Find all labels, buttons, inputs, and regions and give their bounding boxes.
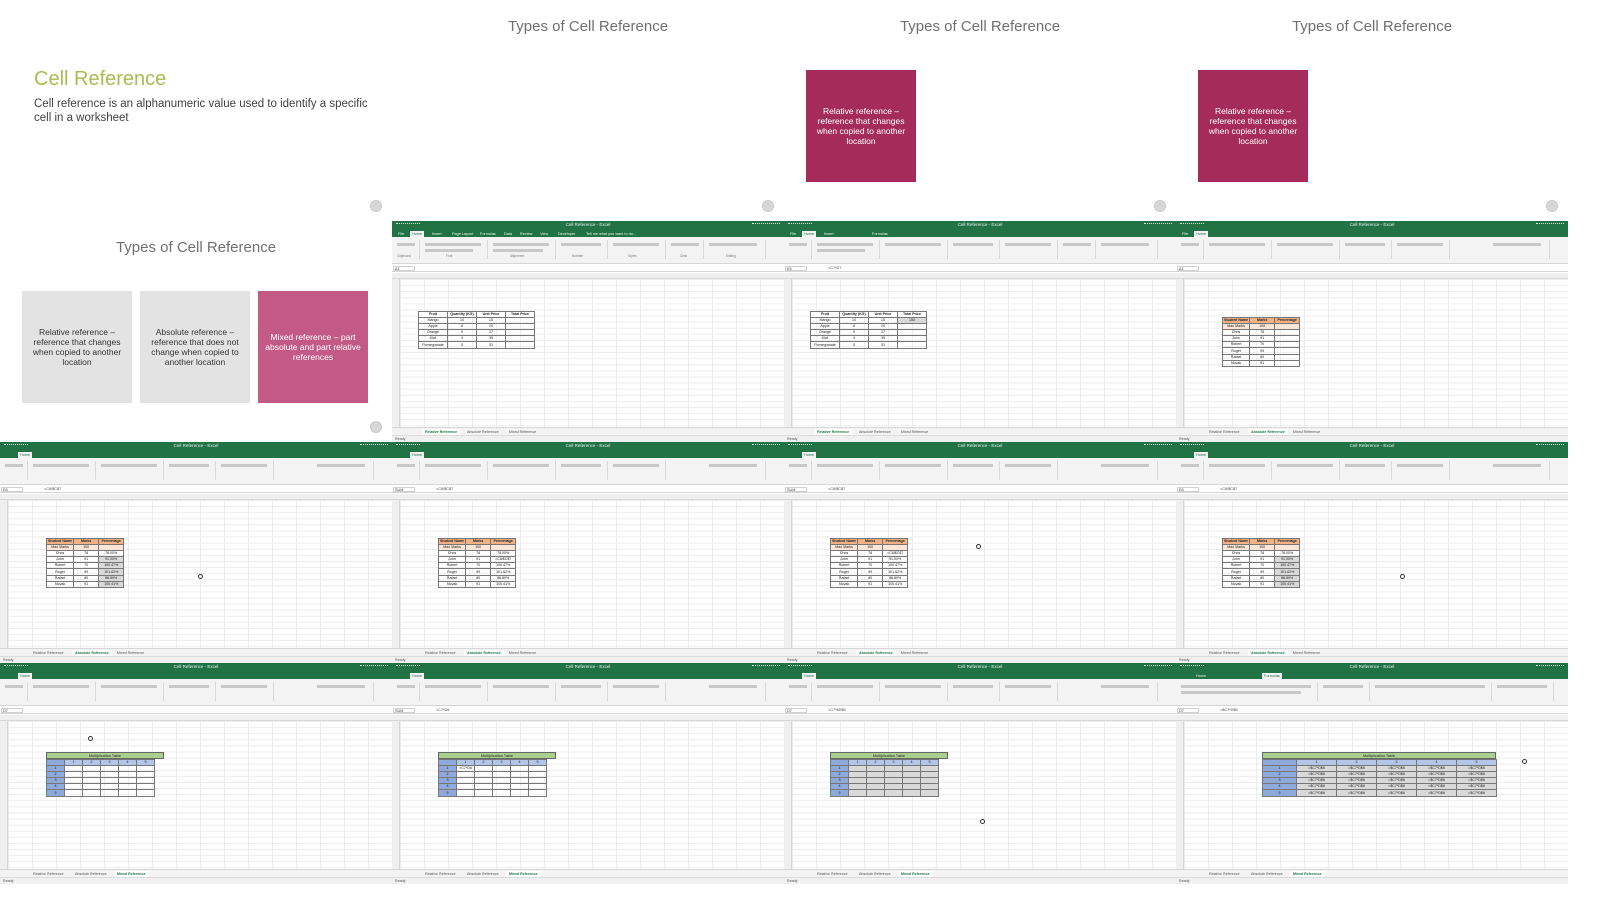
formula-text[interactable]: =C8/$C$7	[44, 487, 61, 492]
mouse-cursor-icon	[1400, 574, 1405, 579]
ribbon: Clipboard Font Alignment Number Styles C…	[392, 237, 784, 264]
excel-relative-1: Cell Reference - Excel File Home Insert …	[392, 221, 784, 442]
worksheet-grid[interactable]	[792, 279, 1176, 427]
multiplication-table-title: Multiplication Table	[438, 752, 556, 759]
name-box[interactable]: SUM	[393, 708, 415, 713]
function-library-group[interactable]	[1178, 682, 1318, 701]
clipboard-group[interactable]: Clipboard	[394, 240, 420, 259]
window-title: Cell Reference - Excel	[957, 443, 1003, 448]
window-title: Cell Reference - Excel	[1349, 443, 1395, 448]
slide-nav-icon[interactable]	[1154, 200, 1166, 212]
slide-types-blank: Types of Cell Reference	[392, 0, 784, 221]
student-table: Student Name Marks Percentage Max Marks 100…	[1221, 316, 1301, 367]
window-title: Cell Reference - Excel	[565, 443, 611, 448]
window-title: Cell Reference - Excel	[173, 664, 219, 669]
relative-reference-box: Relative reference – reference that chan…	[22, 291, 132, 403]
student-table: Student Name Marks Percentage Max Marks 100…	[1221, 537, 1301, 588]
student-table: Student Name Marks Percentage Max Marks 100…	[437, 537, 517, 588]
student-table: Student Name Marks Percentage Max Marks 100…	[45, 537, 125, 588]
name-box[interactable]: E8	[1, 487, 23, 492]
fruit-table: Fruit Quantity (KG) Unit Price Total Price …	[418, 310, 535, 349]
editing-group[interactable]: Editing	[706, 240, 766, 259]
excel-mixed-1: Cell Reference - Excel Home D7 Multiplic…	[0, 663, 392, 884]
slide-heading: Types of Cell Reference	[1291, 18, 1453, 35]
window-title: Cell Reference - Excel	[1349, 664, 1395, 669]
slide-nav-icon[interactable]	[1546, 200, 1558, 212]
multiplication-table-title: Multiplication Table	[1262, 752, 1496, 759]
window-title: Cell Reference - Excel	[565, 222, 611, 227]
name-box[interactable]: E5	[785, 266, 807, 271]
slide-types-relative: Types of Cell Reference Relative referen…	[784, 0, 1176, 221]
student-table: Student Name Marks Percentage Max Marks 100…	[829, 537, 909, 588]
calculation-group[interactable]	[1494, 682, 1554, 701]
slide-description: Cell reference is an alphanumeric value …	[34, 98, 368, 124]
slide-nav-icon[interactable]	[370, 200, 382, 212]
name-box[interactable]: D7	[1177, 708, 1199, 713]
formula-text[interactable]: =C7*D7	[828, 266, 841, 271]
defined-names-group[interactable]	[1320, 682, 1370, 701]
fruit-table: Fruit Quantity (KG) Unit Price Total Price …	[810, 310, 927, 349]
slide-heading: Types of Cell Reference	[507, 18, 669, 35]
name-box[interactable]: D7	[785, 708, 807, 713]
mouse-cursor-icon	[88, 736, 93, 741]
number-group[interactable]: Number	[558, 240, 608, 259]
formula-bar[interactable]: A1	[392, 265, 784, 272]
mouse-cursor-icon	[1522, 759, 1527, 764]
multiplication-table-formulas: 12345 1 =$C7*D$6 =$C7*D$6 =$C7*D$6 =$C7*D$6 =…	[1262, 758, 1497, 797]
relative-reference-box: Relative reference – reference that chan…	[1198, 70, 1308, 182]
slide-title: Cell Reference	[34, 68, 167, 90]
mouse-cursor-icon	[980, 819, 985, 824]
excel-absolute-2: Cell Reference - Excel Home E8 =C8/$C$7 S…	[0, 442, 392, 663]
ribbon-tabs: File Home Insert Formulas	[784, 230, 1176, 237]
multiplication-table-title: Multiplication Table	[46, 752, 164, 759]
slide-heading: Types of Cell Reference	[899, 18, 1061, 35]
window-title: Cell Reference - Excel	[173, 443, 219, 448]
multiplication-table: 12345 1 =C7*D6 2 3 4 5	[438, 758, 547, 797]
excel-mixed-3: Cell Reference - Excel Home D7 =C7*$D$6 M…	[784, 663, 1176, 884]
worksheet-grid[interactable]	[400, 279, 784, 427]
slide-types-relative-2: Types of Cell Reference Relative referen…	[1176, 0, 1568, 221]
absolute-reference-box: Absolute reference – reference that does…	[140, 291, 250, 403]
excel-mixed-2: Cell Reference - Excel Home SUM =C7*D6 Mu…	[392, 663, 784, 884]
ribbon-tabs: File Home Insert Page Layout Formulas Da…	[392, 230, 784, 237]
cells-group[interactable]: Cells	[668, 240, 704, 259]
font-group[interactable]: Font	[422, 240, 488, 259]
excel-absolute-1: Cell Reference - Excel File Home A1 Stud…	[1176, 221, 1568, 442]
mouse-cursor-icon	[976, 544, 981, 549]
sheet-tabs: Relative Reference Absolute Reference Mi…	[392, 427, 784, 436]
excel-relative-2: Cell Reference - Excel File Home Insert …	[784, 221, 1176, 442]
ribbon	[784, 237, 1176, 264]
name-box[interactable]: SUM	[785, 487, 807, 492]
status-bar: Ready	[392, 435, 784, 442]
slide-nav-icon[interactable]	[370, 421, 382, 433]
multiplication-table: 12345 1 2 3 4 5	[830, 758, 939, 797]
alignment-group[interactable]: Alignment	[490, 240, 556, 259]
slide-types-all: Types of Cell Reference Relative referen…	[0, 221, 392, 442]
name-box[interactable]: A1	[1177, 266, 1199, 271]
excel-mixed-formulas: Cell Reference - Excel Home Formulas D7 =…	[1176, 663, 1568, 884]
window-title: Cell Reference - Excel	[565, 664, 611, 669]
excel-absolute-3: Cell Reference - Excel Home SUM =C8/$C$7 …	[392, 442, 784, 663]
window-title: Cell Reference - Excel	[957, 222, 1003, 227]
name-box[interactable]: A1	[393, 266, 415, 271]
window-title: Cell Reference - Excel	[957, 664, 1003, 669]
styles-group[interactable]: Styles	[610, 240, 666, 259]
mixed-reference-box: Mixed reference – part absolute and part…	[258, 291, 368, 403]
slide-cell-reference: Cell Reference Cell reference is an alph…	[0, 0, 392, 221]
multiplication-table-title: Multiplication Table	[830, 752, 948, 759]
slide-heading: Types of Cell Reference	[115, 239, 277, 256]
window-title: Cell Reference - Excel	[1349, 222, 1395, 227]
name-box[interactable]: D7	[1, 708, 23, 713]
formula-auditing-group[interactable]	[1372, 682, 1492, 701]
relative-reference-box: Relative reference – reference that chan…	[806, 70, 916, 182]
excel-absolute-4: Cell Reference - Excel Home SUM =C8/$C$7 …	[784, 442, 1176, 663]
mouse-cursor-icon	[198, 574, 203, 579]
formula-bar[interactable]: E5 =C7*D7	[784, 265, 1176, 272]
multiplication-table: 12345 1 2 3 4 5	[46, 758, 155, 797]
row-headers	[392, 279, 400, 427]
name-box[interactable]: E8	[1177, 487, 1199, 492]
slide-nav-icon[interactable]	[762, 200, 774, 212]
excel-absolute-5: Cell Reference - Excel Home E8 =C8/$C$7 S…	[1176, 442, 1568, 663]
name-box[interactable]: SUM	[393, 487, 415, 492]
